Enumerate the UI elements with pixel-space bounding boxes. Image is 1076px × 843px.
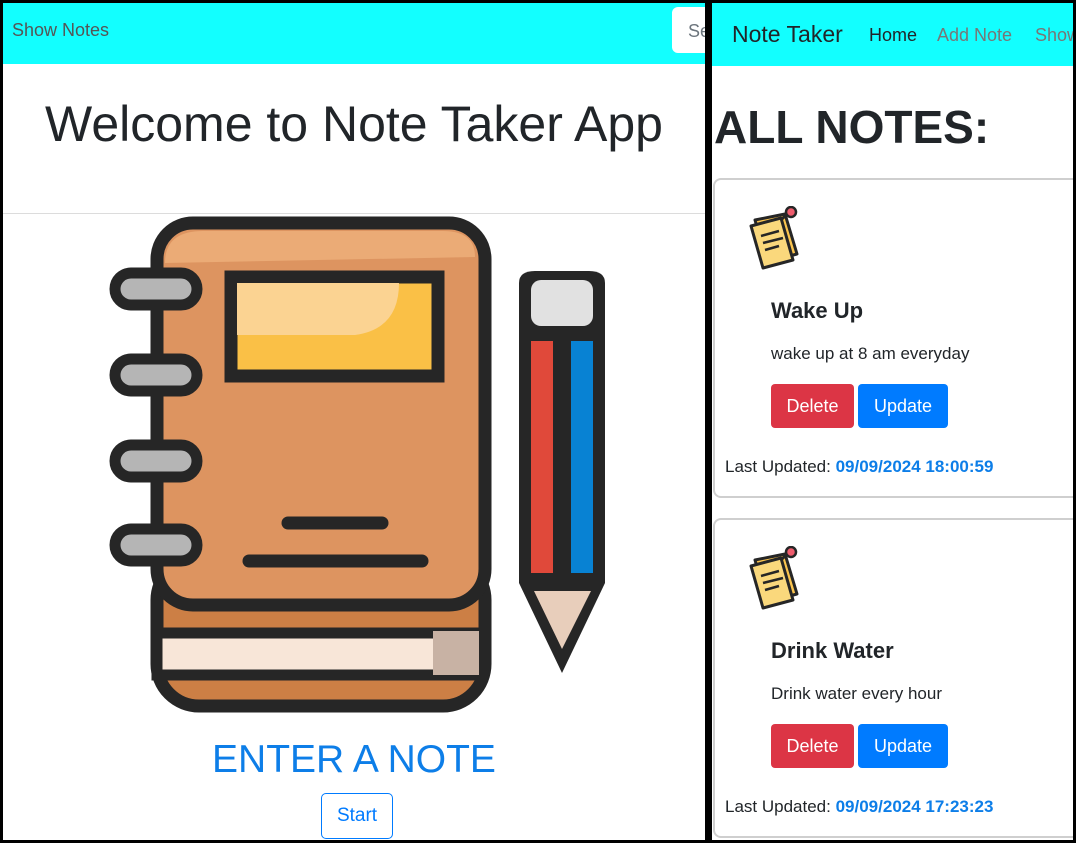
last-updated-timestamp: 09/09/2024 17:23:23 [835,797,994,816]
notebook-pencil-illustration [109,216,605,713]
brand-logo[interactable]: Note Taker [732,21,843,48]
note-content: Drink water every hour [771,684,943,703]
update-button[interactable]: Update [858,384,948,428]
all-notes-heading: ALL NOTES: [714,101,990,153]
delete-button[interactable]: Delete [771,724,854,768]
home-page-screenshot: Show Notes Search Welcome to Note Taker … [3,3,705,840]
note-content: wake up at 8 am everyday [771,344,970,363]
last-updated: Last Updated: 09/09/2024 18:00:59 [725,457,993,477]
delete-button[interactable]: Delete [771,384,854,428]
last-updated-label: Last Updated: [725,797,831,816]
nav-add-note-link[interactable]: Add Note [937,25,1012,46]
nav-home-link[interactable]: Home [869,25,917,46]
last-updated-timestamp: 09/09/2024 18:00:59 [835,457,994,476]
enter-note-heading: ENTER A NOTE [212,738,496,781]
search-input[interactable]: Search [672,7,705,53]
note-title: Wake Up [771,298,864,323]
nav-show-notes-link[interactable]: Show Notes [1035,25,1073,46]
note-card: Drink Water Drink water every hour Delet… [713,518,1073,838]
all-notes-page-screenshot: Note Taker Home Add Note Show Notes ALL … [712,3,1073,840]
navbar: Note Taker Home Add Note Show Notes [712,3,1073,66]
note-card: Wake Up wake up at 8 am everyday Delete … [713,178,1073,498]
welcome-heading: Welcome to Note Taker App [45,96,663,152]
sticky-note-icon [749,206,799,270]
update-button[interactable]: Update [858,724,948,768]
sticky-note-icon [749,546,799,610]
last-updated: Last Updated: 09/09/2024 17:23:23 [725,797,993,817]
navbar: Show Notes Search [3,3,705,64]
note-title: Drink Water [771,638,894,663]
last-updated-label: Last Updated: [725,457,831,476]
start-button[interactable]: Start [321,793,393,839]
nav-show-notes-link[interactable]: Show Notes [12,20,109,41]
